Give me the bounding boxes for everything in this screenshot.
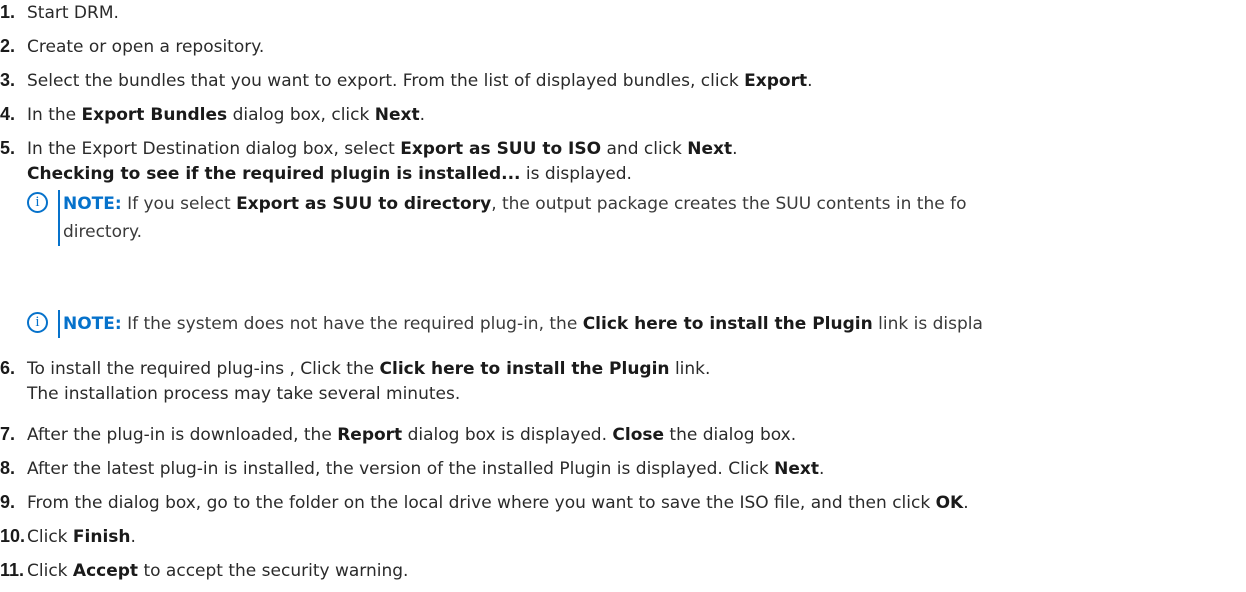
step-text: After the latest plug-in is installed, t… [27, 459, 825, 479]
step-4: 4. In the Export Bundles dialog box, clic… [0, 102, 425, 127]
note-missing-plugin: i NOTE: If the system does not have the … [27, 310, 1246, 338]
step-number: 5. [0, 138, 16, 158]
step-8: 8. After the latest plug-in is installed,… [0, 456, 824, 481]
step-text: Click Accept to accept the security warn… [27, 561, 409, 581]
note-label: NOTE: [63, 314, 122, 334]
step-text: In the Export Bundles dialog box, click … [27, 105, 426, 125]
step-3: 3. Select the bundles that you want to ex… [0, 68, 813, 93]
step-6: 6. To install the required plug-ins , Cli… [0, 356, 710, 381]
ui-term: Export [744, 71, 808, 91]
note-export-directory: i NOTE: If you select Export as SUU to d… [27, 190, 1246, 246]
step-6-result: The installation process may take severa… [27, 384, 461, 404]
step-text: Create or open a repository. [27, 37, 265, 57]
ui-term: Next [374, 105, 420, 125]
step-text: Click Finish. [27, 527, 136, 547]
step-text: Select the bundles that you want to expo… [27, 71, 813, 91]
ui-term: Checking to see if the required plugin i… [27, 164, 521, 184]
ui-term: Next [687, 139, 733, 159]
step-text: After the plug-in is downloaded, the Rep… [27, 425, 797, 445]
step-5-result: Checking to see if the required plugin i… [27, 164, 632, 184]
step-5: 5. In the Export Destination dialog box, … [0, 136, 738, 161]
ui-term: Export as SUU to directory [236, 194, 492, 214]
ui-term: OK [935, 493, 964, 513]
step-number: 11. [0, 560, 25, 580]
info-circle-icon: i [27, 312, 48, 333]
step-number: 4. [0, 104, 16, 124]
step-number: 7. [0, 424, 16, 444]
step-10: 10. Click Finish. [0, 524, 136, 549]
ui-term: Close [612, 425, 665, 445]
ui-term: Next [774, 459, 819, 479]
procedure-document: 1. Start DRM. 2. Create or open a reposito… [0, 0, 1246, 592]
note-label: NOTE: [63, 194, 122, 214]
step-text: From the dialog box, go to the folder on… [27, 493, 969, 513]
ui-term: Export Bundles [81, 105, 228, 125]
step-2: 2. Create or open a repository. [0, 34, 264, 59]
note-line-1: If the system does not have the required… [121, 314, 983, 334]
info-circle-icon: i [27, 192, 48, 213]
ui-term: Accept [72, 561, 139, 581]
step-text: Start DRM. [27, 3, 119, 23]
step-text: In the Export Destination dialog box, se… [27, 139, 738, 159]
note-line-1: If you select Export as SUU to directory… [121, 194, 967, 214]
ui-term: Click here to install the Plugin [379, 359, 670, 379]
ui-term: Report [337, 425, 403, 445]
step-number: 10. [0, 526, 26, 546]
ui-term: Finish [72, 527, 131, 547]
ui-term: Export as SUU to ISO [400, 139, 602, 159]
note-body: NOTE: If the system does not have the re… [63, 310, 983, 338]
step-11: 11. Click Accept to accept the security w… [0, 558, 408, 583]
note-line-2: directory. [63, 222, 143, 242]
step-1: 1. Start DRM. [0, 0, 119, 25]
step-number: 9. [0, 492, 16, 512]
note-divider [58, 310, 60, 338]
note-body: NOTE: If you select Export as SUU to dir… [63, 190, 967, 246]
step-text: To install the required plug-ins , Click… [27, 359, 711, 379]
ui-term: Click here to install the Plugin [582, 314, 873, 334]
note-divider [58, 190, 60, 246]
step-number: 8. [0, 458, 16, 478]
step-number: 6. [0, 358, 16, 378]
step-7: 7. After the plug-in is downloaded, the R… [0, 422, 796, 447]
step-9: 9. From the dialog box, go to the folder … [0, 490, 969, 515]
step-number: 1. [0, 2, 16, 22]
step-number: 2. [0, 36, 16, 56]
step-number: 3. [0, 70, 16, 90]
